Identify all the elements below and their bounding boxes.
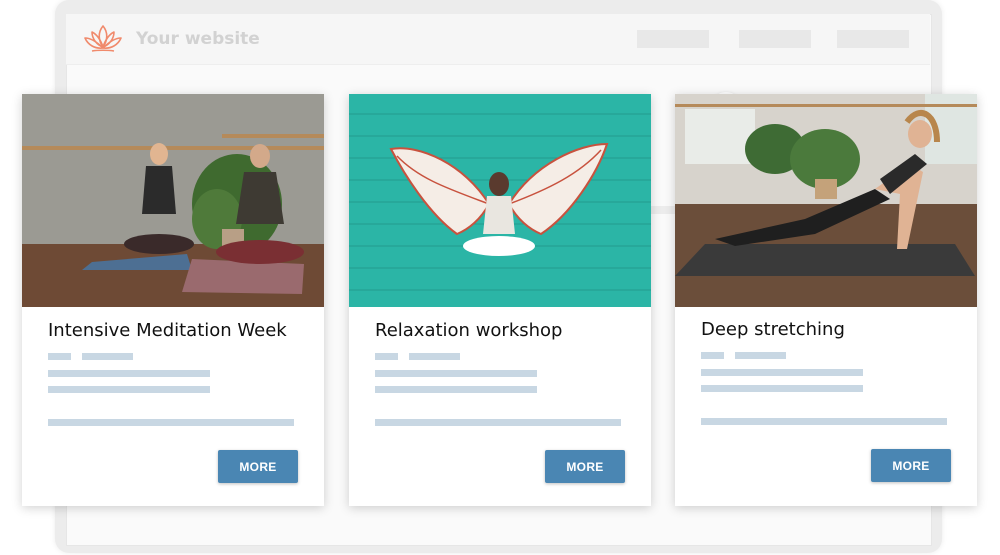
site-header: Your website — [66, 14, 930, 65]
couple-meditating-photo — [22, 94, 324, 307]
lotus-icon — [84, 25, 122, 52]
card-title: Intensive Meditation Week — [48, 320, 287, 341]
woman-stretching-yoga-photo — [675, 94, 977, 307]
more-button[interactable]: MORE — [871, 449, 951, 482]
card-title: Deep stretching — [701, 319, 845, 340]
text-placeholder — [48, 370, 210, 377]
more-button[interactable]: MORE — [218, 450, 298, 483]
text-placeholder — [735, 352, 786, 359]
nav-link-placeholder[interactable] — [739, 30, 811, 48]
nav-link-placeholder[interactable] — [637, 30, 709, 48]
nav-link-placeholder[interactable] — [837, 30, 909, 48]
text-placeholder — [375, 353, 398, 360]
event-card: Relaxation workshop MORE — [349, 94, 651, 506]
text-placeholder — [409, 353, 460, 360]
text-placeholder — [701, 418, 947, 425]
text-placeholder — [701, 385, 863, 392]
text-placeholder — [701, 352, 724, 359]
text-placeholder — [701, 369, 863, 376]
event-card: Deep stretching MORE — [675, 94, 977, 506]
woman-with-painted-wings-photo — [349, 94, 651, 307]
more-button[interactable]: MORE — [545, 450, 625, 483]
text-placeholder — [82, 353, 133, 360]
text-placeholder — [375, 386, 537, 393]
text-placeholder — [48, 419, 294, 426]
site-title[interactable]: Your website — [136, 29, 260, 49]
text-placeholder — [375, 419, 621, 426]
event-card: Intensive Meditation Week MORE — [22, 94, 324, 506]
text-placeholder — [48, 353, 71, 360]
card-title: Relaxation workshop — [375, 320, 563, 341]
text-placeholder — [375, 370, 537, 377]
text-placeholder — [48, 386, 210, 393]
